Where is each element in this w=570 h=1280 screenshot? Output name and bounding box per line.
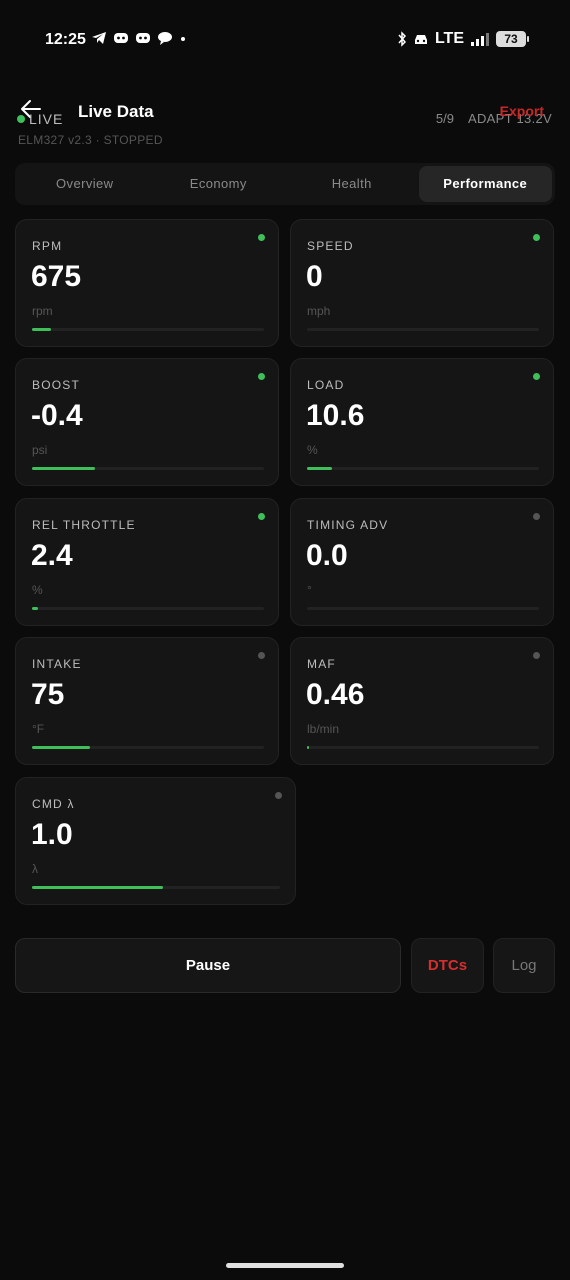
more-notifications-icon bbox=[181, 37, 185, 41]
metric-card-load[interactable]: LOAD 10.6 % bbox=[290, 358, 554, 486]
metric-label: LOAD bbox=[307, 378, 345, 392]
telegram-icon bbox=[92, 32, 106, 44]
status-dot bbox=[533, 652, 540, 659]
chat-icon bbox=[158, 32, 172, 45]
metric-bar bbox=[307, 746, 539, 749]
tab-overview[interactable]: Overview bbox=[18, 166, 152, 202]
tab-health[interactable]: Health bbox=[285, 166, 419, 202]
metric-unit: psi bbox=[32, 443, 48, 457]
metric-bar bbox=[32, 746, 264, 749]
dtcs-button[interactable]: DTCs bbox=[411, 938, 484, 993]
metric-card-rel-throttle[interactable]: REL THROTTLE 2.4 % bbox=[15, 498, 279, 626]
metric-value: -0.4 bbox=[31, 399, 83, 432]
live-indicator: LIVE bbox=[17, 111, 63, 127]
metric-unit: % bbox=[307, 443, 318, 457]
metric-bar-fill bbox=[32, 886, 164, 889]
notification-icons bbox=[91, 31, 187, 45]
metric-bar-fill bbox=[307, 467, 332, 470]
metric-value: 0.46 bbox=[306, 678, 365, 711]
log-button[interactable]: Log bbox=[493, 938, 555, 993]
metric-label: REL THROTTLE bbox=[32, 518, 136, 532]
metric-bar bbox=[32, 467, 264, 470]
metric-bar-fill bbox=[307, 746, 310, 749]
metric-label: TIMING ADV bbox=[307, 518, 389, 532]
status-dot bbox=[258, 234, 265, 241]
metric-value: 0 bbox=[306, 260, 323, 293]
metric-label: RPM bbox=[32, 239, 63, 253]
metric-bar bbox=[307, 328, 539, 331]
metric-card-timing-adv[interactable]: TIMING ADV 0.0 ° bbox=[290, 498, 554, 626]
metric-bar bbox=[32, 886, 280, 889]
car-icon bbox=[414, 35, 427, 44]
metric-bar-fill bbox=[32, 467, 95, 470]
metric-unit: °F bbox=[32, 722, 45, 736]
status-dot bbox=[533, 513, 540, 520]
home-indicator[interactable] bbox=[226, 1263, 344, 1268]
status-time: 12:25 bbox=[45, 31, 86, 48]
metric-card-boost[interactable]: BOOST -0.4 psi bbox=[15, 358, 279, 486]
pid-count: 5/9 bbox=[435, 111, 454, 126]
metric-value: 1.0 bbox=[31, 818, 73, 851]
pause-button[interactable]: Pause bbox=[15, 938, 401, 993]
status-dot bbox=[258, 513, 265, 520]
metric-value: 10.6 bbox=[306, 399, 365, 432]
metric-bar-fill bbox=[32, 746, 90, 749]
page-title: Live Data bbox=[78, 102, 154, 121]
tab-performance[interactable]: Performance bbox=[418, 166, 552, 202]
system-icons: LTE 73 bbox=[397, 30, 529, 48]
metric-label: CMD λ bbox=[32, 797, 75, 811]
metric-card-speed[interactable]: SPEED 0 mph bbox=[290, 219, 554, 347]
discord-icon-2 bbox=[136, 33, 150, 43]
metric-card-maf[interactable]: MAF 0.46 lb/min bbox=[290, 637, 554, 765]
metric-unit: rpm bbox=[32, 304, 53, 318]
metric-bar bbox=[32, 328, 264, 331]
metric-label: BOOST bbox=[32, 378, 81, 392]
metric-bar bbox=[307, 607, 539, 610]
tab-economy[interactable]: Economy bbox=[152, 166, 286, 202]
bluetooth-icon bbox=[398, 31, 406, 47]
battery-icon: 73 bbox=[496, 31, 529, 47]
metric-unit: mph bbox=[307, 304, 331, 318]
metric-label: INTAKE bbox=[32, 657, 82, 671]
metric-bar bbox=[32, 607, 264, 610]
metric-value: 0.0 bbox=[306, 539, 348, 572]
metric-bar-fill bbox=[32, 607, 38, 610]
metric-card-cmd-lambda[interactable]: CMD λ 1.0 λ bbox=[15, 777, 296, 905]
metric-card-rpm[interactable]: RPM 675 rpm bbox=[15, 219, 279, 347]
metric-value: 675 bbox=[31, 260, 82, 293]
metric-card-intake[interactable]: INTAKE 75 °F bbox=[15, 637, 279, 765]
network-type: LTE bbox=[434, 30, 464, 47]
status-bar: 12:25 LTE 73 bbox=[0, 0, 570, 80]
metric-label: MAF bbox=[307, 657, 336, 671]
signal-icon bbox=[471, 33, 489, 46]
status-dot bbox=[258, 652, 265, 659]
status-dot bbox=[275, 792, 282, 799]
live-label: LIVE bbox=[29, 111, 64, 127]
metric-bar-fill bbox=[32, 328, 51, 331]
metric-value: 75 bbox=[31, 678, 65, 711]
status-dot bbox=[533, 373, 540, 380]
status-dot bbox=[533, 234, 540, 241]
connection-status: ELM327 v2.3 · STOPPED bbox=[18, 133, 163, 147]
metric-label: SPEED bbox=[307, 239, 354, 253]
metric-unit: λ bbox=[32, 862, 38, 876]
metric-unit: ° bbox=[307, 583, 312, 597]
export-button[interactable]: Export bbox=[500, 103, 544, 119]
metric-unit: lb/min bbox=[307, 722, 340, 736]
tab-bar: Overview Economy Health Performance bbox=[15, 163, 555, 205]
metric-value: 2.4 bbox=[31, 539, 73, 572]
discord-icon bbox=[114, 33, 128, 43]
metric-bar bbox=[307, 467, 539, 470]
metric-unit: % bbox=[32, 583, 43, 597]
status-dot bbox=[258, 373, 265, 380]
live-dot bbox=[17, 115, 25, 123]
header: LIVE Live Data ELM327 v2.3 · STOPPED 5/9… bbox=[0, 95, 570, 155]
